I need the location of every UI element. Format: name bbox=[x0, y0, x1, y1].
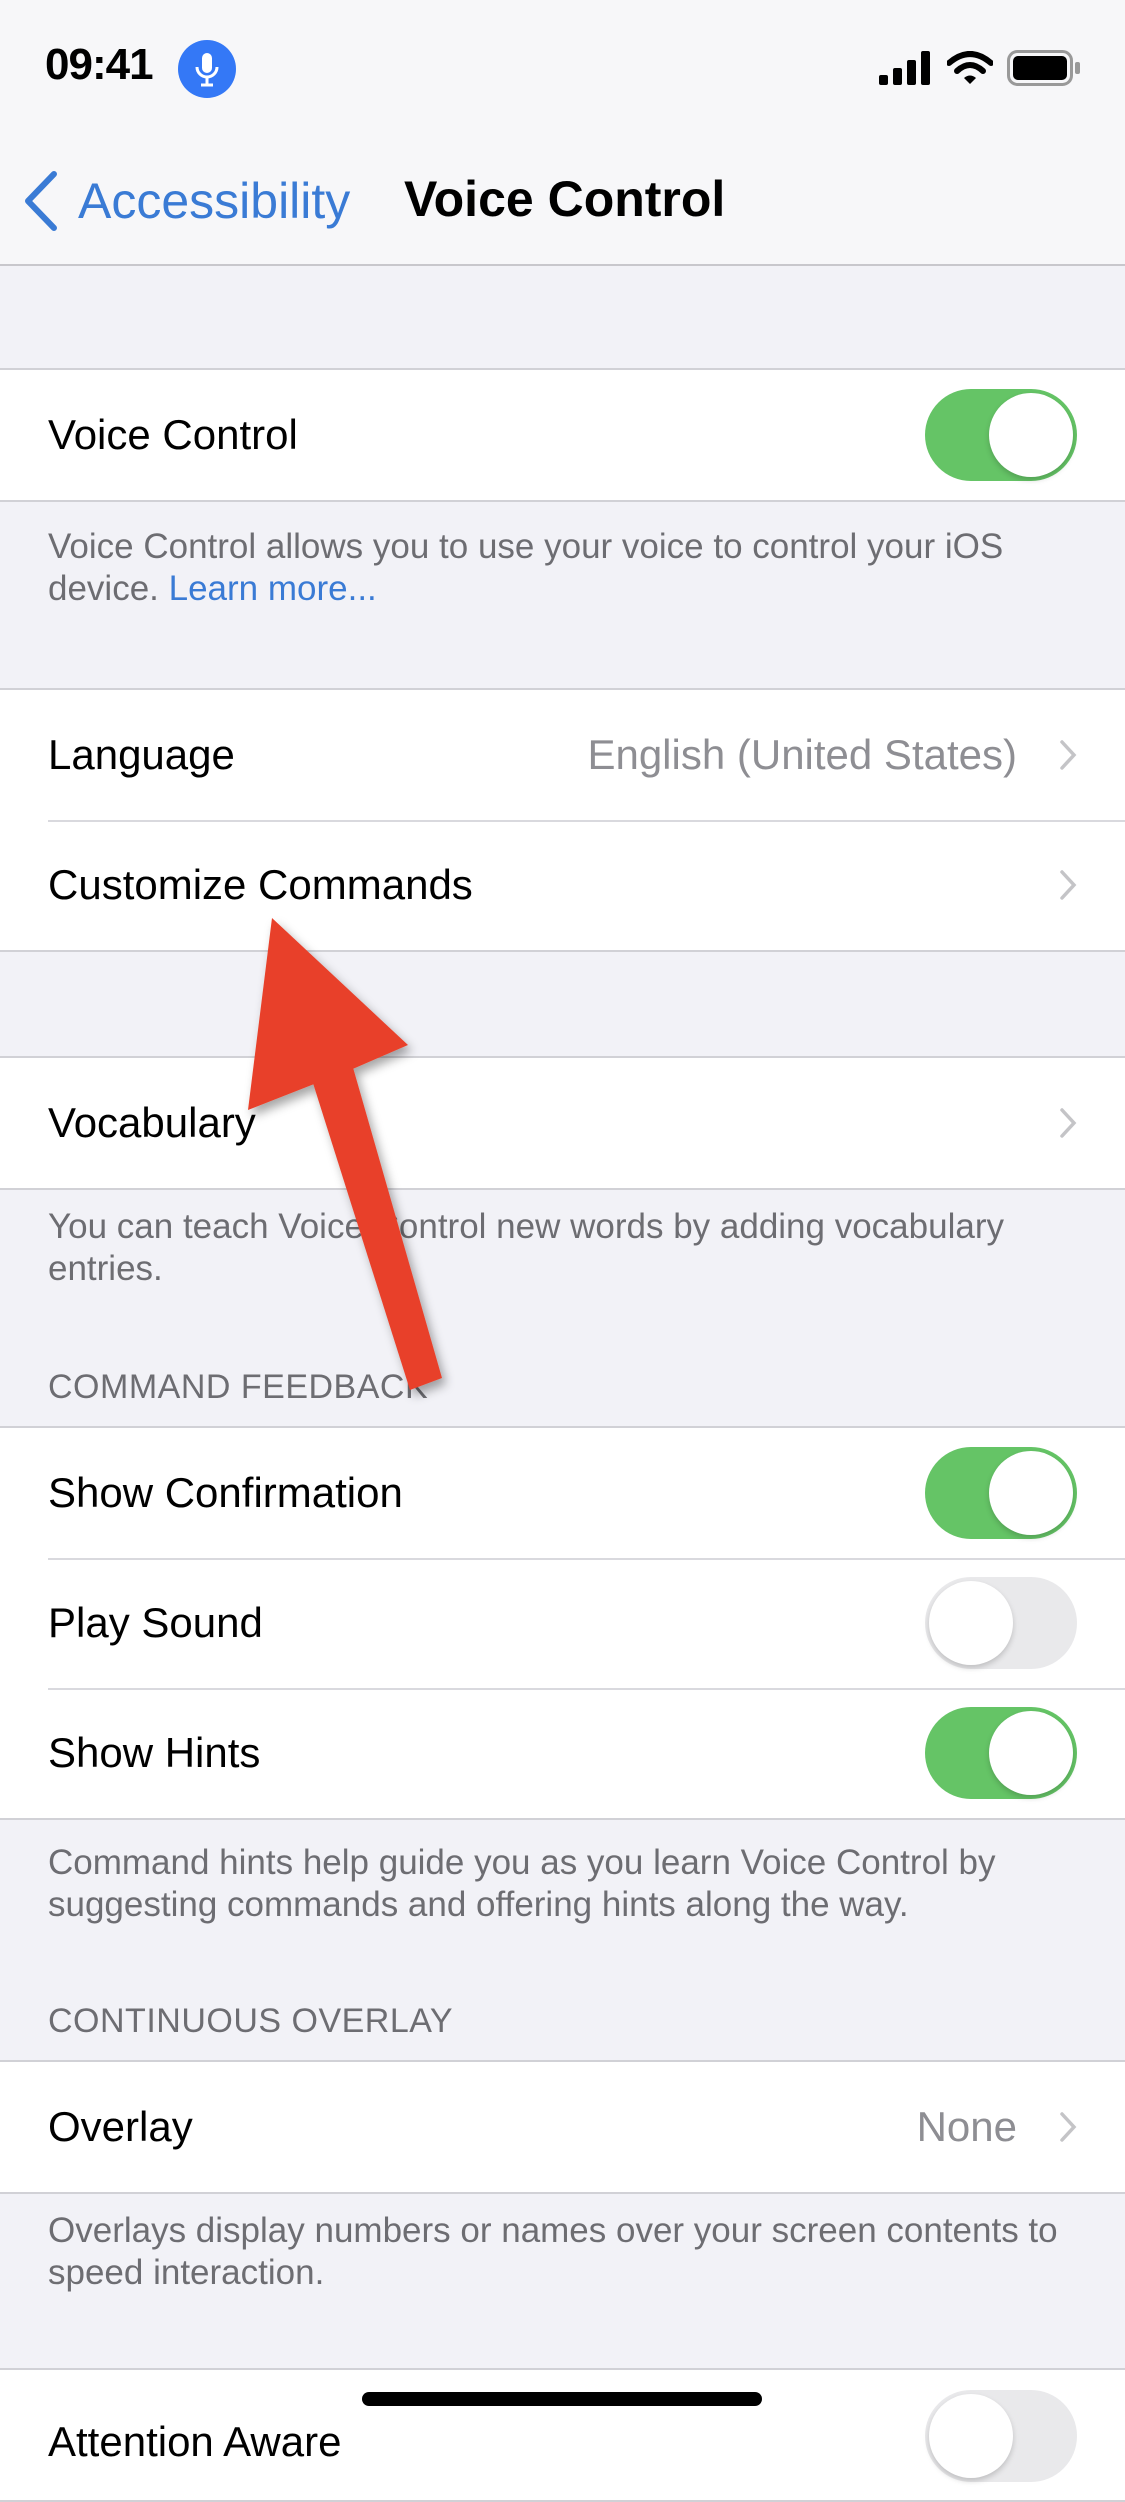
overlay-label: Overlay bbox=[48, 2103, 193, 2150]
vocabulary-label: Vocabulary bbox=[48, 1099, 256, 1146]
signal-icon bbox=[879, 51, 933, 90]
battery-icon bbox=[1007, 50, 1081, 91]
show-hints-label: Show Hints bbox=[48, 1729, 261, 1776]
command-feedback-group: Show Confirmation Play Sound Show Hints bbox=[0, 1426, 1125, 1820]
vocabulary-footer: You can teach Voice Control new words by… bbox=[48, 1207, 1004, 1288]
toggle-knob bbox=[929, 1581, 1013, 1665]
wifi-icon bbox=[946, 51, 994, 90]
attention-group: Attention Aware bbox=[0, 2368, 1125, 2502]
vocabulary-row[interactable]: Vocabulary bbox=[0, 1058, 1125, 1188]
customize-commands-row[interactable]: Customize Commands bbox=[0, 820, 1125, 950]
continuous-overlay-header: CONTINUOUS OVERLAY bbox=[48, 2002, 454, 2040]
show-confirmation-toggle[interactable] bbox=[925, 1447, 1077, 1539]
home-indicator[interactable] bbox=[362, 2392, 762, 2406]
vocabulary-group: Vocabulary bbox=[0, 1056, 1125, 1190]
attention-aware-label: Attention Aware bbox=[48, 2418, 342, 2465]
play-sound-label: Play Sound bbox=[48, 1599, 263, 1646]
show-confirmation-row: Show Confirmation bbox=[0, 1428, 1125, 1558]
attention-aware-toggle[interactable] bbox=[925, 2390, 1077, 2482]
toggle-knob bbox=[929, 2394, 1013, 2478]
show-hints-toggle[interactable] bbox=[925, 1707, 1077, 1799]
chevron-right-icon bbox=[1060, 740, 1077, 770]
navigation-bar: Accessibility Voice Control bbox=[0, 140, 1125, 266]
chevron-right-icon bbox=[1060, 2112, 1077, 2142]
attention-aware-row: Attention Aware bbox=[0, 2370, 1125, 2500]
microphone-icon bbox=[178, 40, 236, 98]
language-row[interactable]: Language English (United States) bbox=[0, 690, 1125, 820]
status-time: 09:41 bbox=[45, 40, 154, 89]
language-label: Language bbox=[48, 731, 235, 778]
overlay-footer: Overlays display numbers or names over y… bbox=[48, 2211, 1058, 2292]
toggle-knob bbox=[989, 393, 1073, 477]
page-title: Voice Control bbox=[404, 171, 726, 227]
voice-control-label: Voice Control bbox=[48, 411, 298, 458]
play-sound-row: Play Sound bbox=[0, 1558, 1125, 1688]
learn-more-link[interactable]: Learn more... bbox=[169, 569, 377, 608]
chevron-right-icon bbox=[1060, 1108, 1077, 1138]
toggle-knob bbox=[989, 1451, 1073, 1535]
show-confirmation-label: Show Confirmation bbox=[48, 1469, 403, 1516]
language-group: Language English (United States) Customi… bbox=[0, 688, 1125, 952]
customize-commands-label: Customize Commands bbox=[48, 861, 473, 908]
overlay-value: None bbox=[916, 2103, 1017, 2150]
play-sound-toggle[interactable] bbox=[925, 1577, 1077, 1669]
overlay-row[interactable]: Overlay None bbox=[0, 2062, 1125, 2192]
command-hints-footer: Command hints help guide you as you lear… bbox=[48, 1843, 996, 1924]
voice-control-footer: Voice Control allows you to use your voi… bbox=[48, 526, 1078, 610]
chevron-left-icon bbox=[25, 171, 57, 231]
back-button[interactable]: Accessibility bbox=[22, 170, 350, 232]
status-bar: 09:41 bbox=[0, 0, 1125, 140]
back-label: Accessibility bbox=[78, 173, 351, 229]
command-feedback-header: COMMAND FEEDBACK bbox=[48, 1368, 429, 1406]
voice-control-row: Voice Control bbox=[0, 370, 1125, 500]
toggle-knob bbox=[989, 1711, 1073, 1795]
overlay-group: Overlay None bbox=[0, 2060, 1125, 2194]
language-value: English (United States) bbox=[587, 731, 1017, 778]
voice-control-group: Voice Control bbox=[0, 368, 1125, 502]
show-hints-row: Show Hints bbox=[0, 1688, 1125, 1818]
voice-control-toggle[interactable] bbox=[925, 389, 1077, 481]
chevron-right-icon bbox=[1060, 870, 1077, 900]
